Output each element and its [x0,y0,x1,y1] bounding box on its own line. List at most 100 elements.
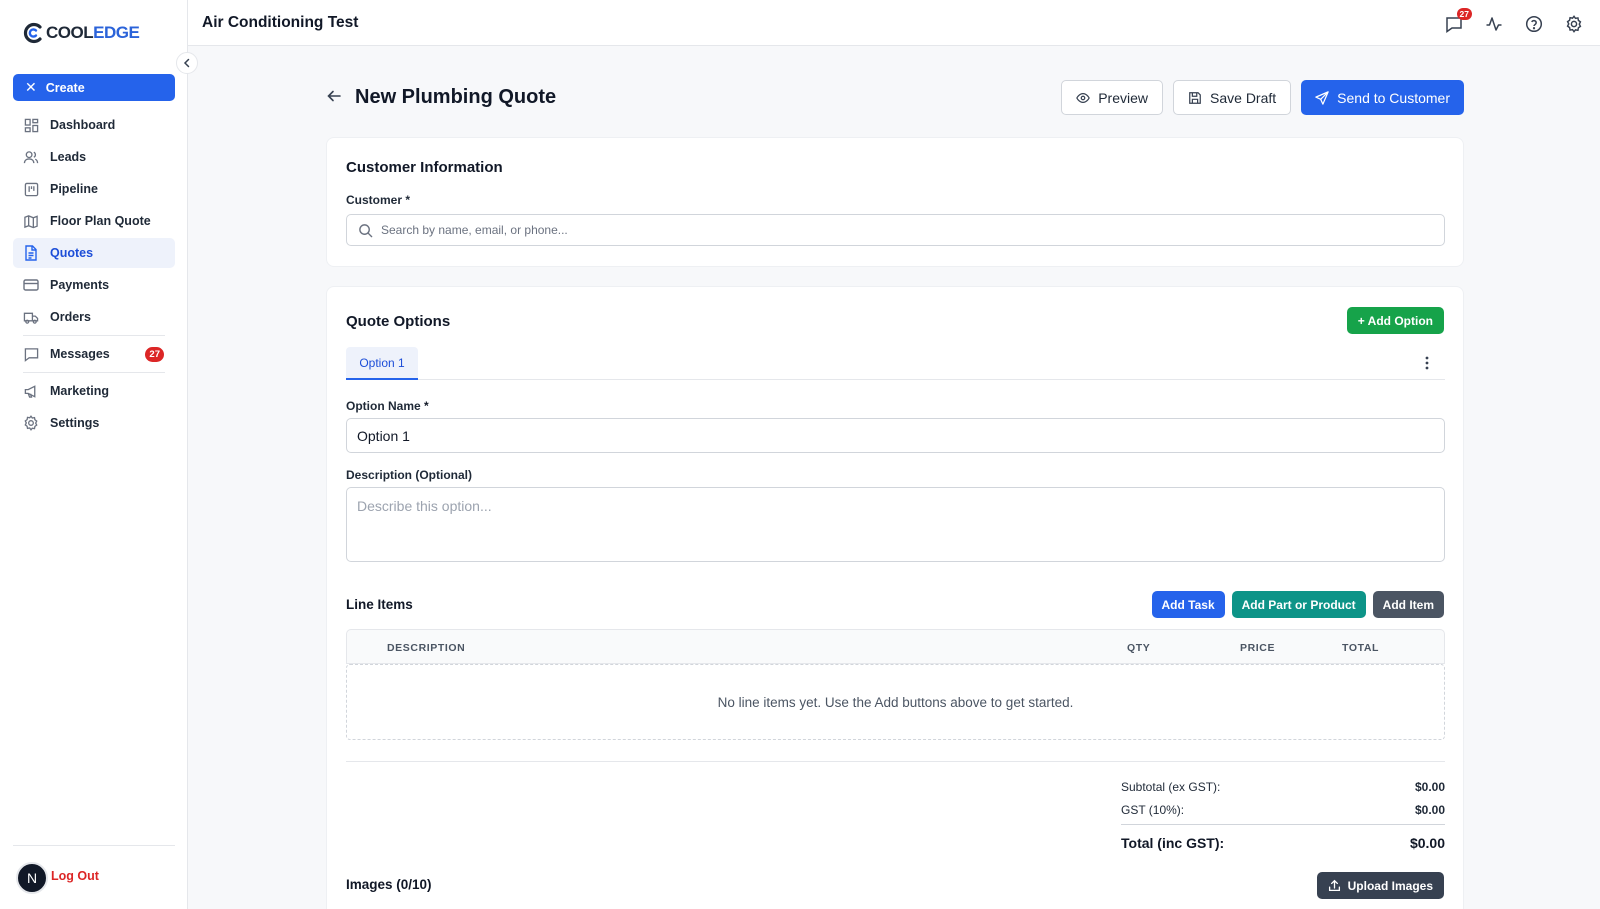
preview-button[interactable]: Preview [1061,80,1164,115]
messages-count-badge: 27 [145,347,164,362]
gst-label: GST (10%): [1121,802,1185,817]
sidebar-item-label: Quotes [50,246,94,260]
sidebar-item-marketing[interactable]: Marketing [13,376,175,406]
nav-divider [23,335,165,336]
totals-divider [346,761,1445,762]
notification-badge: 27 [1456,8,1472,20]
sidebar-item-dashboard[interactable]: Dashboard [13,110,175,140]
customer-search-input[interactable] [381,223,1381,237]
subtotal-label: Subtotal (ex GST): [1121,779,1221,794]
tab-option-1[interactable]: Option 1 [346,347,418,380]
quote-options-title: Quote Options [346,313,451,330]
help-icon [1525,15,1543,33]
top-actions: 27 [1426,8,1586,36]
customer-field-label: Customer * [346,193,411,207]
settings-button[interactable] [1562,12,1586,36]
create-button[interactable]: ✕ Create [13,74,175,101]
users-icon [23,149,39,165]
logout-link[interactable]: Log Out [51,869,99,883]
app-title: Air Conditioning Test [202,14,359,31]
create-label: Create [45,80,85,95]
close-icon: ✕ [25,79,37,95]
sidebar-item-messages[interactable]: Messages 27 [13,339,175,369]
sidebar-item-floor-plan-quote[interactable]: Floor Plan Quote [13,206,175,236]
activity-icon [1486,17,1502,31]
sidebar-item-label: Messages [50,347,110,361]
sidebar-item-label: Floor Plan Quote [50,214,151,228]
nav-divider [23,372,165,373]
line-item-actions: Add Task Add Part or Product Add Item [1145,591,1444,618]
logo-mark-icon [23,22,42,44]
line-items-title: Line Items [346,597,413,612]
customer-information-card: Customer Information Customer * [326,137,1464,267]
totals-summary: Subtotal (ex GST): $0.00 GST (10%): $0.0… [1121,775,1445,854]
column-header-qty: QTY [1127,642,1151,654]
collapse-sidebar-button[interactable] [176,52,198,74]
save-draft-label: Save Draft [1210,89,1277,106]
sidebar-item-label: Dashboard [50,118,116,132]
sidebar-nav: Dashboard Leads Pipeline Floor Plan Quot… [13,110,175,440]
option-name-input[interactable] [346,418,1445,453]
add-part-button[interactable]: Add Part or Product [1231,591,1366,618]
save-draft-button[interactable]: Save Draft [1173,80,1292,115]
upload-images-button[interactable]: Upload Images [1316,872,1444,899]
grid-icon [23,117,39,133]
page-header: New Plumbing Quote Preview Save Draft Se… [326,80,1464,116]
sidebar-item-label: Orders [50,310,91,324]
save-icon [1188,91,1202,105]
upload-images-label: Upload Images [1347,878,1433,893]
line-items-empty-state: No line items yet. Use the Add buttons a… [346,664,1445,740]
preview-label: Preview [1098,89,1149,106]
brand-name: COOLEDGE [46,23,140,42]
column-header-description: DESCRIPTION [387,642,466,654]
top-bar: Air Conditioning Test 27 [188,0,1600,46]
sidebar-item-orders[interactable]: Orders [13,302,175,332]
sidebar-item-payments[interactable]: Payments [13,270,175,300]
add-option-button[interactable]: + Add Option [1346,307,1444,334]
back-arrow-icon[interactable] [326,88,342,109]
send-to-customer-button[interactable]: Send to Customer [1301,80,1464,115]
line-items-table-header: DESCRIPTION QTY PRICE TOTAL [346,629,1445,664]
sidebar-item-leads[interactable]: Leads [13,142,175,172]
total-value: $0.00 [1409,834,1445,851]
help-button[interactable] [1522,12,1546,36]
eye-icon [1076,91,1091,105]
total-label: Total (inc GST): [1121,834,1225,851]
more-options-button[interactable] [1419,355,1435,371]
map-icon [23,213,39,229]
chevron-left-icon [183,58,190,68]
messages-button[interactable]: 27 [1442,8,1472,36]
add-task-button[interactable]: Add Task [1151,591,1225,618]
brand-logo[interactable]: COOLEDGE [22,22,140,44]
customer-search-field[interactable] [346,214,1445,246]
gear-icon [1566,15,1582,33]
column-header-total: TOTAL [1342,642,1380,654]
avatar[interactable]: N [16,862,48,894]
add-item-button[interactable]: Add Item [1372,591,1444,618]
total-row: Total (inc GST): $0.00 [1121,831,1445,854]
sidebar-footer-divider [13,845,175,846]
page-title: New Plumbing Quote [355,86,557,108]
gst-row: GST (10%): $0.00 [1121,798,1445,821]
sidebar-item-quotes[interactable]: Quotes [13,238,175,268]
search-icon [359,223,373,237]
message-icon [23,346,39,362]
settings-icon [23,415,39,431]
customer-section-title: Customer Information [346,159,503,176]
sidebar-item-settings[interactable]: Settings [13,408,175,438]
description-label: Description (Optional) [346,468,472,482]
sidebar-item-label: Payments [50,278,110,292]
sidebar-item-label: Marketing [50,384,110,398]
subtotal-value: $0.00 [1414,779,1445,794]
total-separator [1121,824,1445,825]
description-textarea[interactable] [346,487,1445,562]
upload-icon [1328,879,1341,892]
file-icon [23,245,39,261]
sidebar-item-pipeline[interactable]: Pipeline [13,174,175,204]
send-icon [1315,90,1329,105]
option-name-label: Option Name * [346,399,429,413]
subtotal-row: Subtotal (ex GST): $0.00 [1121,775,1445,798]
column-header-price: PRICE [1240,642,1276,654]
card-icon [23,277,39,293]
activity-button[interactable] [1482,12,1506,36]
